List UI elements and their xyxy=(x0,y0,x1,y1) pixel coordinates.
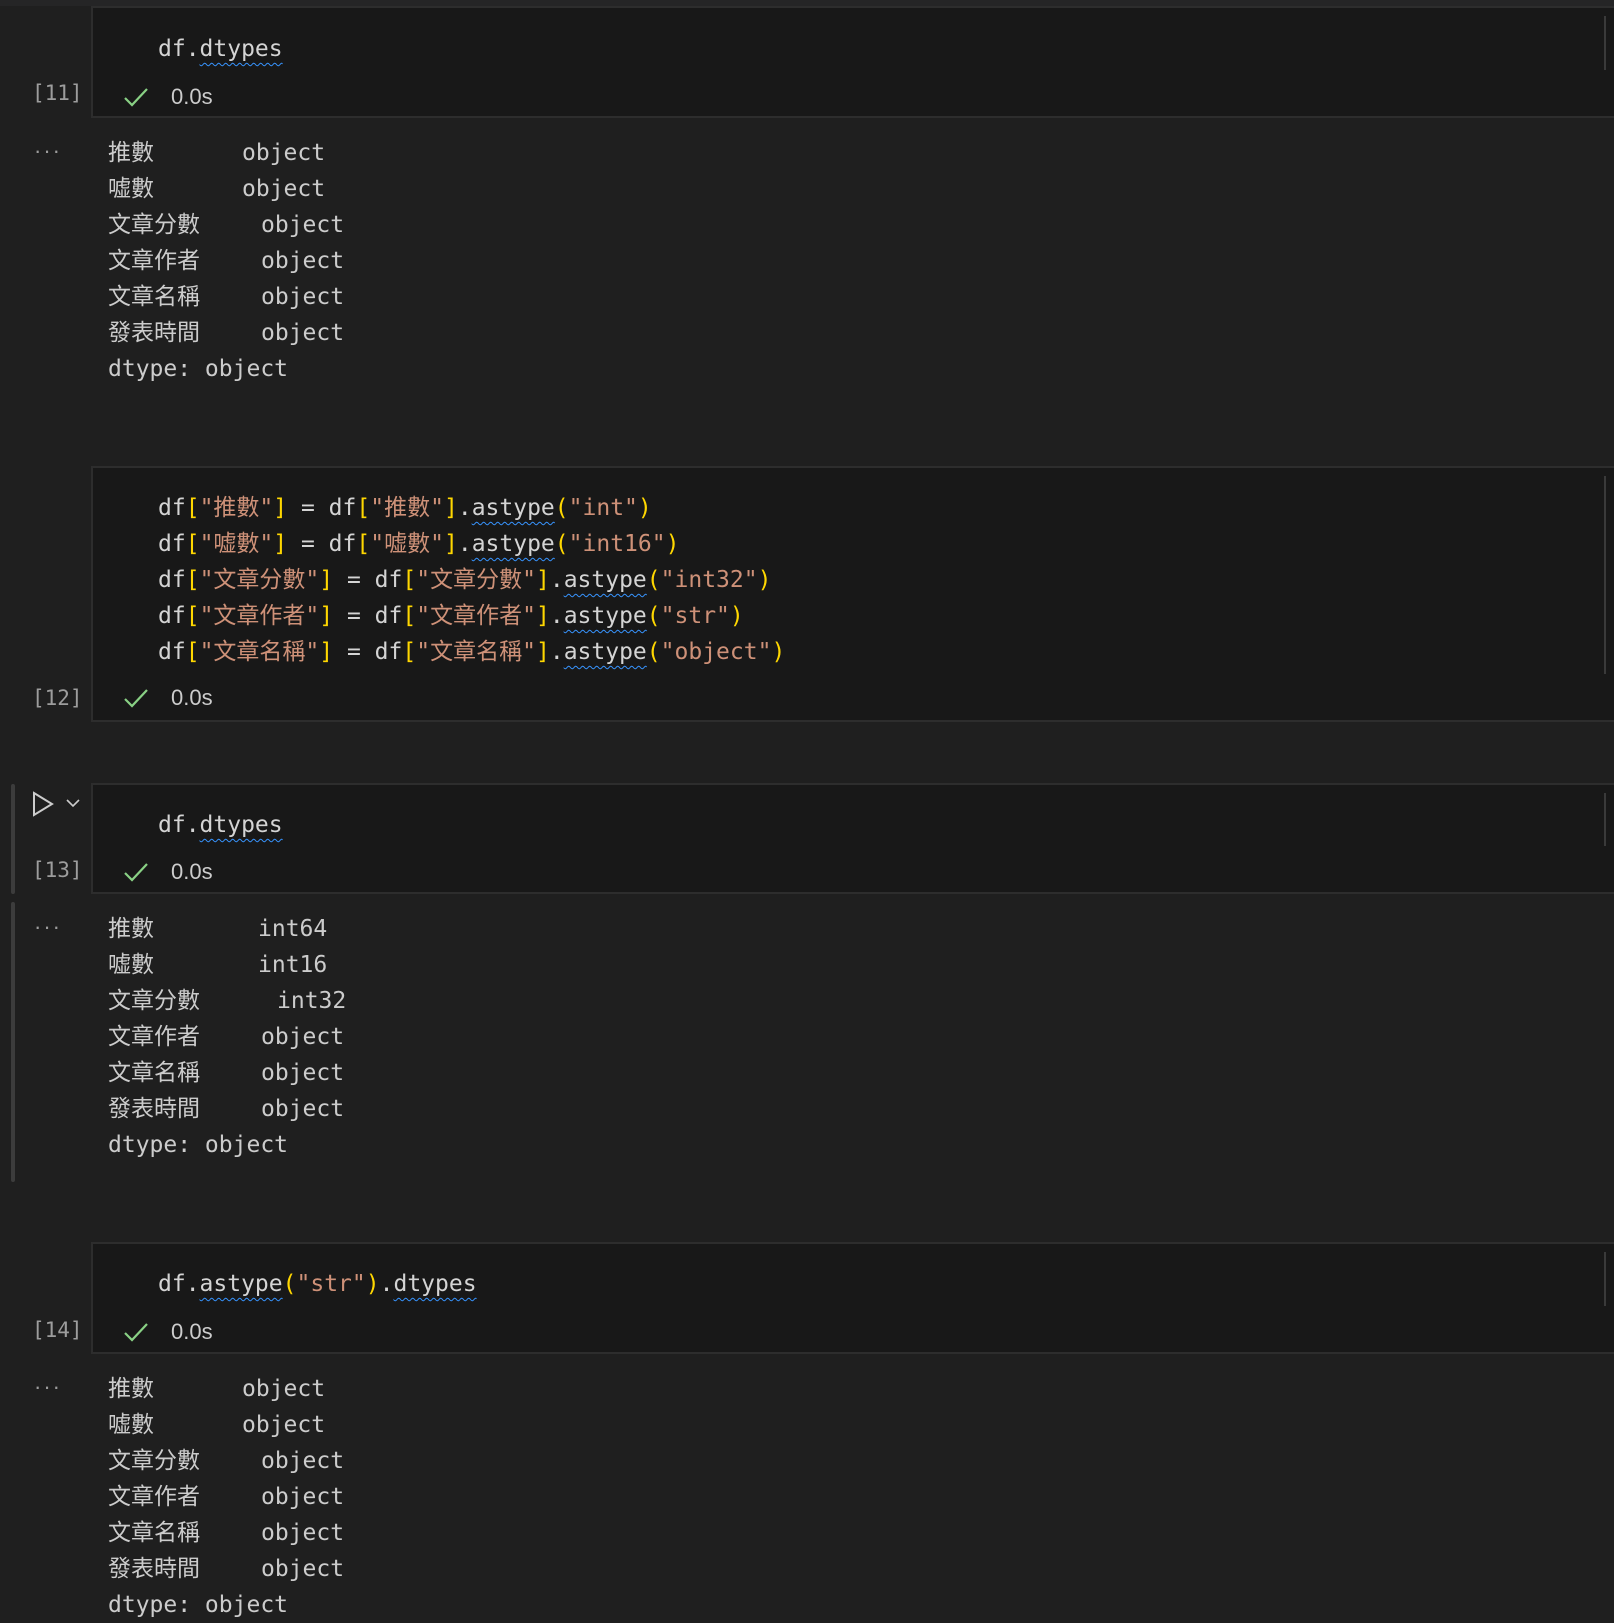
output-row: 文章作者 object xyxy=(108,1484,345,1510)
cell-status: 0.0s xyxy=(123,82,213,112)
code-line[interactable]: df.dtypes xyxy=(158,807,283,843)
output-menu-icon[interactable]: ··· xyxy=(34,914,62,940)
check-icon xyxy=(124,1323,148,1342)
exec-time: 0.0s xyxy=(171,685,213,710)
output-row: 嘘數 object xyxy=(108,1412,326,1438)
output-row: 文章作者 object xyxy=(108,248,345,274)
output-row: 文章名稱 object xyxy=(108,1060,345,1086)
check-icon xyxy=(124,88,148,107)
code-cell-13[interactable]: df.dtypes 0.0s xyxy=(91,783,1614,894)
code-cell-14[interactable]: df.astype("str").dtypes 0.0s xyxy=(91,1242,1614,1354)
cell-scrollbar[interactable] xyxy=(1604,476,1606,674)
dtype-line: dtype: object xyxy=(108,1132,289,1158)
cell-scrollbar[interactable] xyxy=(1604,1252,1606,1306)
exec-count: [11] xyxy=(32,81,83,105)
cell-focus-indicator xyxy=(11,784,15,894)
code-attr: dtypes xyxy=(199,36,283,62)
output-row: 發表時間 object xyxy=(108,1556,345,1582)
code-line[interactable]: df["嘘數"] = df["嘘數"].astype("int16") xyxy=(158,526,679,562)
output-row: 嘘數 int16 xyxy=(108,952,328,978)
cell-output-14: 推數 object 嘘數 object 文章分數 object 文章作者 object … xyxy=(108,1371,344,1623)
chevron-down-icon[interactable] xyxy=(65,797,81,809)
output-row: 推數 int64 xyxy=(108,916,328,942)
output-row: 文章分數 int32 xyxy=(108,988,347,1014)
exec-count: [13] xyxy=(32,858,83,882)
code-line[interactable]: df["推數"] = df["推數"].astype("int") xyxy=(158,490,652,526)
output-row: 文章作者 object xyxy=(108,1024,345,1050)
exec-time: 0.0s xyxy=(171,84,213,109)
output-row: 推數 object xyxy=(108,1376,326,1402)
check-icon xyxy=(124,689,148,708)
code-cell-12[interactable]: df["推數"] = df["推數"].astype("int") df["嘘數… xyxy=(91,466,1614,722)
output-row: 文章名稱 object xyxy=(108,284,345,310)
cell-status: 0.0s xyxy=(123,683,213,713)
cell-scrollbar[interactable] xyxy=(1604,793,1606,846)
cell-scrollbar[interactable] xyxy=(1604,16,1606,70)
cell-output-11: 推數 object 嘘數 object 文章分數 object 文章作者 object … xyxy=(108,135,344,387)
output-row: 推數 object xyxy=(108,140,326,166)
output-row: 發表時間 object xyxy=(108,320,345,346)
code-line[interactable]: df["文章分數"] = df["文章分數"].astype("int32") xyxy=(158,562,771,598)
output-row: 嘘數 object xyxy=(108,176,326,202)
cell-status: 0.0s xyxy=(123,857,213,887)
code-line[interactable]: df.astype("str").dtypes xyxy=(158,1266,477,1302)
output-menu-icon[interactable]: ··· xyxy=(34,1374,62,1400)
code-cell-11[interactable]: df.dtypes 0.0s xyxy=(91,6,1614,118)
check-icon xyxy=(124,863,148,882)
output-row: 文章分數 object xyxy=(108,212,345,238)
output-row: 發表時間 object xyxy=(108,1096,345,1122)
exec-count: [14] xyxy=(32,1318,83,1342)
cell-status: 0.0s xyxy=(123,1317,213,1347)
output-focus-indicator xyxy=(11,902,15,1182)
cell-output-13: 推數 int64 嘘數 int16 文章分數 int32 文章作者 object 文章名… xyxy=(108,911,346,1163)
dtype-line: dtype: object xyxy=(108,356,289,382)
output-row: 文章分數 object xyxy=(108,1448,345,1474)
exec-time: 0.0s xyxy=(171,859,213,884)
dtype-line: dtype: object xyxy=(108,1592,289,1618)
code-line[interactable]: df["文章名稱"] = df["文章名稱"].astype("object") xyxy=(158,634,785,670)
exec-count: [12] xyxy=(32,686,83,710)
exec-time: 0.0s xyxy=(171,1319,213,1344)
code-attr: dtypes xyxy=(199,812,283,838)
code-line[interactable]: df["文章作者"] = df["文章作者"].astype("str") xyxy=(158,598,744,634)
output-menu-icon[interactable]: ··· xyxy=(34,138,62,164)
output-row: 文章名稱 object xyxy=(108,1520,345,1546)
play-icon[interactable] xyxy=(30,790,56,818)
code-line[interactable]: df.dtypes xyxy=(158,31,283,67)
